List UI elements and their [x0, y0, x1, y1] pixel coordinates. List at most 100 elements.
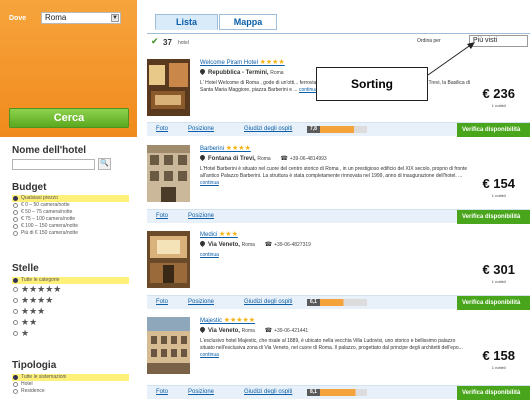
search-icon: 🔍 [100, 160, 109, 167]
stelle-option[interactable]: ★★★★ [12, 295, 129, 306]
verifica-button[interactable]: Verifica disponibilità [457, 210, 530, 224]
hotel-description: L'esclusivo hotel Majestic, che risale a… [200, 338, 463, 358]
sorting-callout: Sorting [316, 67, 428, 101]
posizione-link[interactable]: Posizione [188, 126, 214, 132]
tipologia-options: Tutte le sistemazioni Hotel Residence [12, 374, 129, 395]
budget-option[interactable]: Qualsiasi prezzo [12, 195, 129, 202]
radio-icon[interactable] [13, 224, 18, 229]
stelle-option[interactable]: ★★★ [12, 306, 129, 317]
radio-icon[interactable] [13, 210, 18, 215]
foto-link[interactable]: Foto [156, 213, 168, 219]
tipologia-option[interactable]: Residence [12, 388, 129, 395]
results-count: 37 [163, 38, 172, 47]
hotel-photo[interactable] [147, 317, 190, 374]
verifica-button[interactable]: Verifica disponibilità [457, 386, 530, 400]
continua-link[interactable]: continua [200, 252, 219, 258]
tipologia-option[interactable]: Tutte le sistemazioni [12, 374, 129, 381]
giudizi-link[interactable]: Giudizi degli ospiti [244, 299, 292, 305]
foto-link[interactable]: Foto [156, 299, 168, 305]
stelle-options: Tutte le categorie ★★★★★ ★★★★ ★★★ ★★ ★ [12, 277, 129, 339]
star-rating: ★★★★★ [223, 317, 256, 324]
hotel-location: Repubblica - Termini, Roma [198, 67, 284, 76]
hotel-name-link[interactable]: Medici ★★★ [200, 230, 238, 238]
chevron-down-icon[interactable]: ▼ [111, 14, 119, 22]
giudizi-link[interactable]: Giudizi degli ospiti [244, 126, 292, 132]
radio-icon[interactable] [13, 287, 18, 292]
budget-options: Qualsiasi prezzo € 0 – 50 camera/notte €… [12, 195, 129, 237]
budget-option[interactable]: € 50 – 75 camera/notte [12, 209, 129, 216]
giudizi-link[interactable]: Giudizi degli ospiti [244, 389, 292, 395]
stelle-option[interactable]: ★ [12, 328, 129, 339]
radio-icon[interactable] [13, 196, 18, 201]
score-bar: 6,1 [307, 299, 367, 306]
cerca-button[interactable]: Cerca [9, 108, 129, 128]
hotel-name-search-button[interactable]: 🔍 [98, 158, 111, 170]
hotel-name-link[interactable]: Welcome Piram Hotel ★★★★ [200, 58, 285, 66]
hotel-name-filter-title: Nome dell'hotel [12, 145, 87, 156]
tab-lista[interactable]: Lista [155, 14, 218, 30]
radio-icon[interactable] [13, 389, 18, 394]
phone-icon: ☎ [264, 328, 273, 334]
hotel-description: continua [200, 252, 470, 259]
posizione-link[interactable]: Posizione [188, 213, 214, 219]
hotel-footer: Foto Posizione Giudizi degli ospiti 6,1 … [147, 295, 530, 310]
hotel-photo[interactable] [147, 231, 190, 288]
verifica-button[interactable]: Verifica disponibilità [457, 296, 530, 310]
radio-icon[interactable] [13, 217, 18, 222]
stelle-option[interactable]: Tutte le categorie [12, 277, 129, 284]
budget-option[interactable]: Più di € 150 camera/notte [12, 230, 129, 237]
verifica-button[interactable]: Verifica disponibilità [457, 123, 530, 137]
hotel-location: Via Veneto, Roma ☎ +39-06-4827319 [198, 239, 311, 248]
phone-icon: ☎ [280, 156, 288, 162]
hotel-price: € 236 [482, 86, 515, 101]
stelle-option[interactable]: ★★★★★ [12, 284, 129, 295]
tipologia-option[interactable]: Hotel [12, 381, 129, 388]
radio-icon[interactable] [13, 309, 18, 314]
budget-option[interactable]: € 0 – 50 camera/notte [12, 202, 129, 209]
price-nights: 1 notte/i [491, 279, 506, 284]
hotel-photo[interactable] [147, 59, 190, 116]
radio-icon[interactable] [13, 203, 18, 208]
budget-option[interactable]: € 75 – 100 camera/notte [12, 216, 129, 223]
foto-link[interactable]: Foto [156, 389, 168, 395]
city-select[interactable]: Roma ▼ [41, 12, 121, 24]
hotel-phone: +39-06-4827319 [274, 242, 311, 248]
results-count-label: hotel [178, 40, 189, 46]
hotel-photo[interactable] [147, 145, 190, 202]
hotel-phone: +39-06-421441 [274, 328, 309, 334]
radio-icon[interactable] [13, 382, 18, 387]
radio-icon[interactable] [13, 375, 18, 380]
budget-option[interactable]: € 100 – 150 camera/notte [12, 223, 129, 230]
radio-icon[interactable] [13, 278, 18, 283]
stelle-filter-title: Stelle [12, 263, 39, 274]
sort-select[interactable]: Più visti [469, 35, 528, 47]
score-bar: 8,1 [307, 389, 367, 396]
posizione-link[interactable]: Posizione [188, 299, 214, 305]
hotel-name-link[interactable]: Majestic ★★★★★ [200, 316, 255, 324]
hotel-name-link[interactable]: Barberini ★★★★ [200, 144, 251, 152]
radio-icon[interactable] [13, 331, 18, 336]
tab-mappa[interactable]: Mappa [219, 14, 277, 30]
star-rating: ★★★ [219, 231, 238, 238]
radio-icon[interactable] [13, 231, 18, 236]
price-nights: 1 notte/i [491, 103, 506, 108]
posizione-link[interactable]: Posizione [188, 389, 214, 395]
star-rating: ★★★★ [225, 145, 251, 152]
continua-link[interactable]: continua [200, 352, 219, 358]
map-pin-icon [198, 153, 207, 162]
foto-link[interactable]: Foto [156, 126, 168, 132]
radio-icon[interactable] [13, 320, 18, 325]
hotel-card: Barberini ★★★★ Fontana di Trevi, Roma ☎ +… [147, 139, 530, 225]
hotel-description: L'Hotel Barberini è situato nel cuore de… [200, 166, 468, 186]
radio-icon[interactable] [13, 298, 18, 303]
hotel-footer: Foto Posizione Verifica disponibilità [147, 209, 530, 224]
hotel-location: Via Veneto, Roma ☎ +39-06-421441 [198, 325, 309, 334]
continua-link[interactable]: continua [200, 180, 219, 186]
sort-label: Ordina per [417, 38, 441, 44]
stelle-option[interactable]: ★★ [12, 317, 129, 328]
hotel-footer: Foto Posizione Giudizi degli ospiti 7,8 … [147, 122, 530, 137]
hotel-name-input[interactable] [12, 159, 95, 170]
score-bar: 7,8 [307, 126, 367, 133]
tipologia-filter-title: Tipologia [12, 360, 57, 371]
price-nights: 1 notte/i [491, 365, 506, 370]
